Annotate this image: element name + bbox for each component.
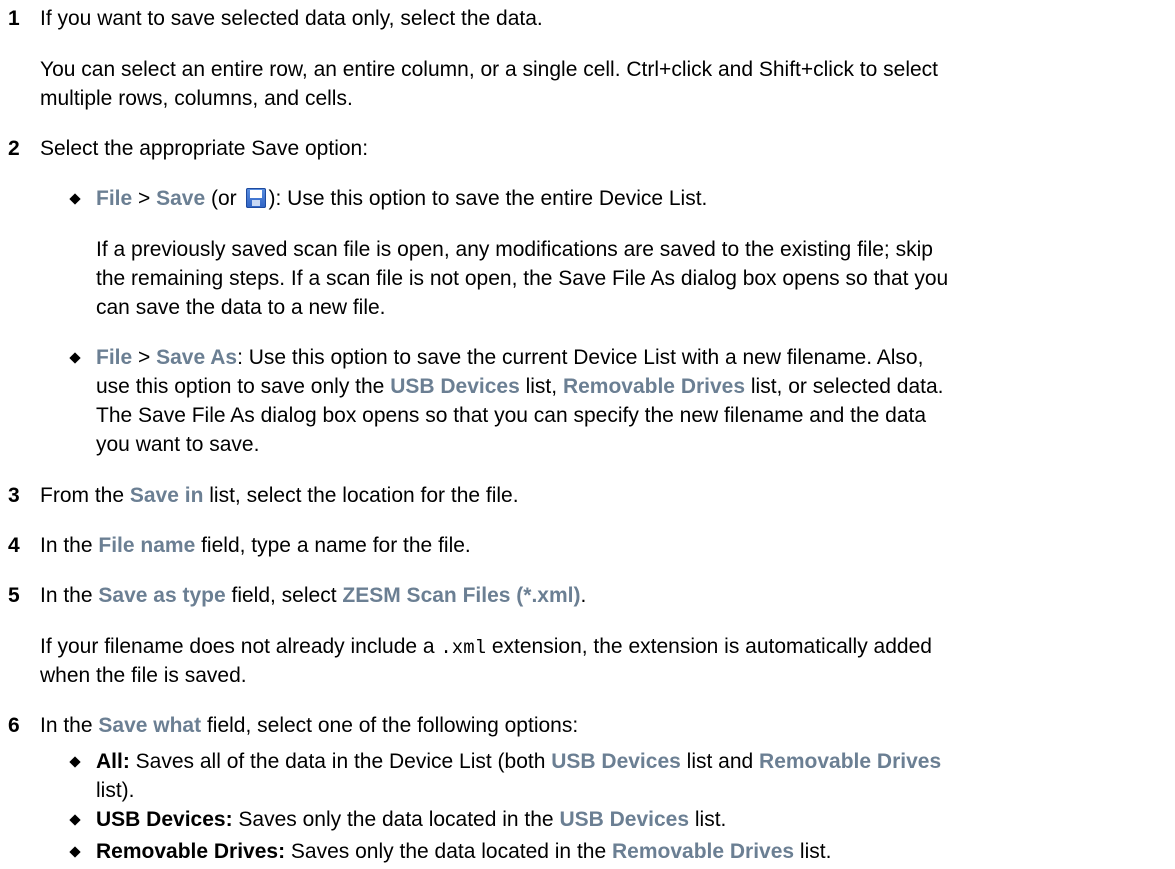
step-number: 4 <box>8 534 20 557</box>
text-fragment: From the <box>40 484 130 507</box>
text-fragment: . <box>580 584 587 607</box>
text-fragment: In the <box>40 584 99 607</box>
text-fragment: list, select the location for the file. <box>203 484 519 507</box>
removable-drives-label: Removable Drives <box>759 750 942 773</box>
text-fragment: In the <box>40 534 99 557</box>
text-fragment: list and <box>680 750 760 773</box>
menu-file: File <box>96 187 133 210</box>
bullet-marker <box>69 846 81 858</box>
text-fragment: field, select one of the following optio… <box>201 714 579 737</box>
save-in-label: Save in <box>129 484 204 507</box>
text-fragment: list. <box>794 840 832 863</box>
text-fragment: : Use this option to save the current De… <box>237 346 924 369</box>
removable-drives-label: Removable Drives <box>611 840 795 863</box>
option-all-line: list). <box>96 779 135 802</box>
text-fragment: extension, the extension is automaticall… <box>486 635 932 658</box>
menu-separator: > <box>132 346 157 369</box>
save-as-option-line: File > Save As: Use this option to save … <box>96 345 923 371</box>
save-option-paragraph-line: can save the data to a new file. <box>96 296 386 319</box>
bullet-marker <box>69 756 81 768</box>
text-fragment: In the <box>40 714 99 737</box>
menu-separator: > <box>132 187 157 210</box>
step-2-text: Select the appropriate Save option: <box>40 137 369 160</box>
option-usb-devices-line: USB Devices: Saves only the data located… <box>96 807 726 833</box>
step-number: 1 <box>8 7 20 30</box>
bullet-marker <box>69 352 81 364</box>
option-usb-devices-label: USB Devices: <box>96 808 233 831</box>
save-as-option-line: The Save File As dialog box opens so tha… <box>96 404 927 427</box>
text-fragment: If your filename does not already includ… <box>40 635 441 658</box>
usb-devices-label: USB Devices <box>551 750 681 773</box>
menu-file: File <box>96 346 133 369</box>
option-all-label: All: <box>96 750 130 773</box>
usb-devices-label: USB Devices <box>559 808 690 831</box>
text-fragment: use this option to save only the <box>96 375 391 398</box>
menu-save: Save <box>156 187 206 210</box>
text-fragment: list. <box>689 808 727 831</box>
removable-drives-label: Removable Drives <box>562 375 746 398</box>
step-5-text: In the Save as type field, select ZESM S… <box>40 583 586 609</box>
step-4-text: In the File name field, type a name for … <box>40 533 471 559</box>
text-fragment: list, or selected data. <box>745 375 944 398</box>
text-fragment: list, <box>519 375 563 398</box>
step-1-text: If you want to save selected data only, … <box>40 7 543 30</box>
text-fragment: Saves only the data located in the <box>285 840 612 863</box>
document-page: 1 If you want to save selected data only… <box>0 0 1175 869</box>
zesm-scan-files-option: ZESM Scan Files (*.xml) <box>342 584 581 607</box>
step-6-text: In the Save what field, select one of th… <box>40 713 578 739</box>
step-number: 6 <box>8 714 20 737</box>
option-all-line: All: Saves all of the data in the Device… <box>96 749 941 775</box>
bullet-marker <box>69 814 81 826</box>
step-3-text: From the Save in list, select the locati… <box>40 483 519 509</box>
usb-devices-label: USB Devices <box>390 375 520 398</box>
step-1-paragraph-line: multiple rows, columns, and cells. <box>40 87 353 110</box>
menu-save-as: Save As <box>156 346 238 369</box>
step-1-paragraph-line: You can select an entire row, an entire … <box>40 58 939 81</box>
save-as-option-line: use this option to save only the USB Dev… <box>96 374 943 400</box>
xml-extension-code: .xml <box>440 637 487 659</box>
option-removable-drives-label: Removable Drives: <box>96 840 286 863</box>
text-fragment: (or <box>205 187 243 210</box>
save-option-paragraph-line: the remaining steps. If a scan file is n… <box>96 267 949 290</box>
save-option-line: File > Save (or ): Use this option to sa… <box>96 186 707 212</box>
step-number: 5 <box>8 584 20 607</box>
save-option-paragraph-line: If a previously saved scan file is open,… <box>96 238 933 261</box>
save-icon <box>245 188 266 208</box>
text-fragment: Saves only the data located in the <box>232 808 560 831</box>
text-fragment: ): Use this option to save the entire De… <box>268 187 708 210</box>
step-number: 3 <box>8 484 20 507</box>
file-name-label: File name <box>98 534 196 557</box>
save-what-label: Save what <box>98 714 202 737</box>
bullet-marker <box>69 193 81 205</box>
text-fragment: field, type a name for the file. <box>195 534 471 557</box>
text-fragment: Saves all of the data in the Device List… <box>129 750 552 773</box>
text-fragment: field, select <box>225 584 343 607</box>
step-number: 2 <box>8 137 20 160</box>
step-5-paragraph-line: If your filename does not already includ… <box>40 634 932 660</box>
option-removable-drives-line: Removable Drives: Saves only the data lo… <box>96 839 831 865</box>
step-5-paragraph-line: when the file is saved. <box>40 664 247 687</box>
save-as-option-line: you want to save. <box>96 433 260 456</box>
save-as-type-label: Save as type <box>98 584 226 607</box>
